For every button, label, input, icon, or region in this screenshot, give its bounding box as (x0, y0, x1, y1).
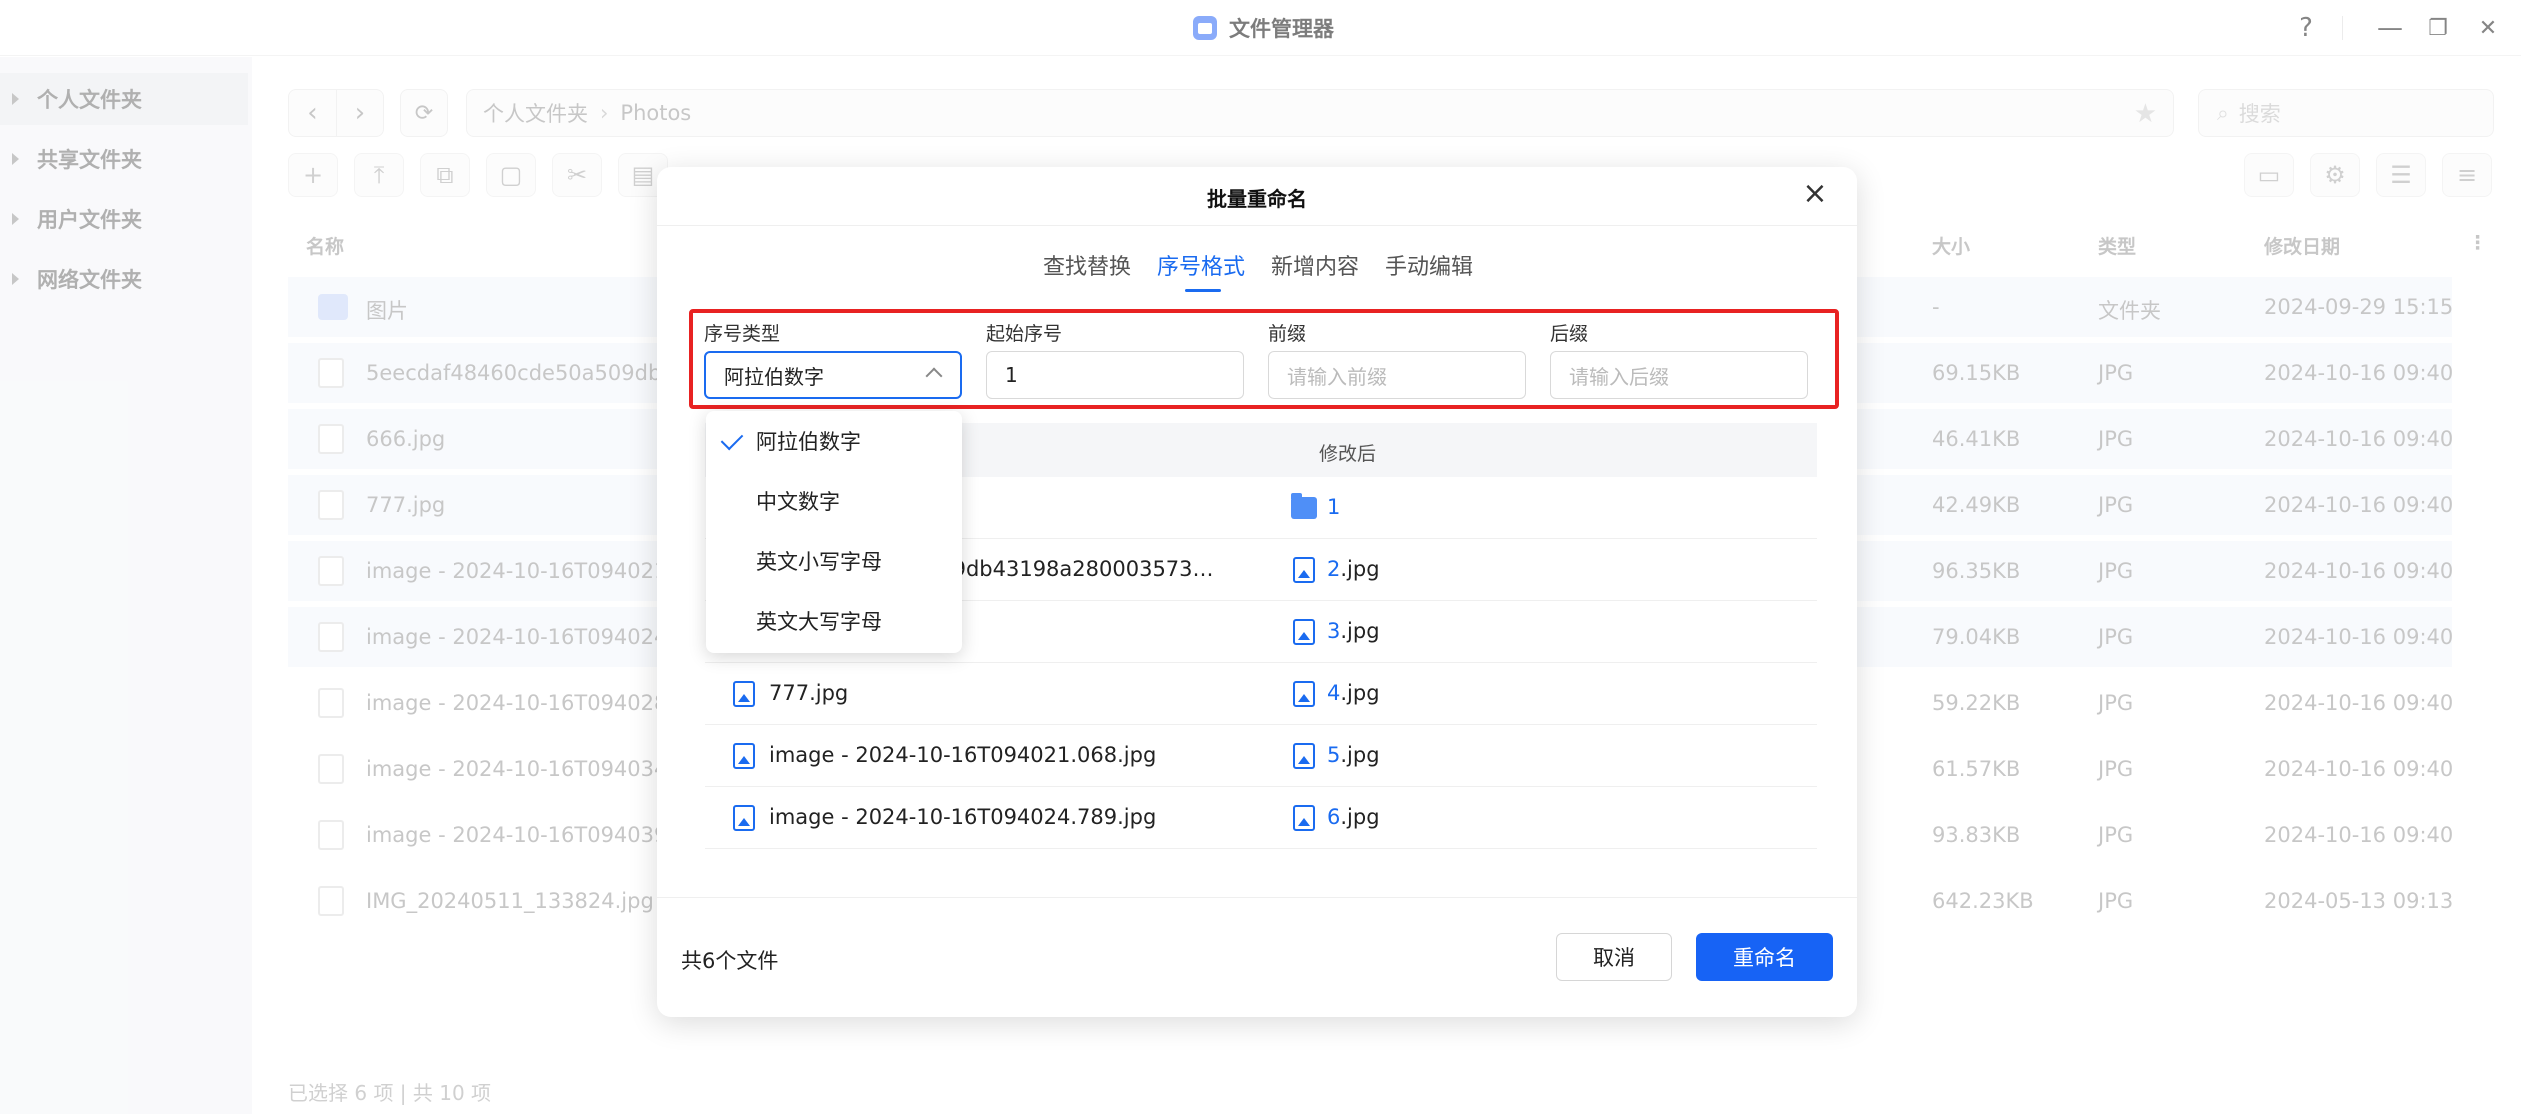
new-name: 6.jpg (1327, 805, 1380, 829)
dialog-title: 批量重命名 (1207, 187, 1307, 211)
suffix-label: 后缀 (1550, 323, 1589, 345)
new-name: 2.jpg (1327, 557, 1380, 581)
image-file-icon (1293, 743, 1315, 769)
prefix-label: 前缀 (1268, 323, 1307, 345)
option-arabic[interactable]: 阿拉伯数字 (706, 411, 962, 471)
preview-row: 777.jpg 4.jpg (705, 663, 1817, 725)
option-label: 英文小写字母 (756, 550, 882, 574)
dialog-divider (657, 225, 1857, 226)
preview-row: image - 2024-10-16T094024.789.jpg 6.jpg (705, 787, 1817, 849)
preview-row: image - 2024-10-16T094021.068.jpg 5.jpg (705, 725, 1817, 787)
tab-manual-edit[interactable]: 手动编辑 (1385, 249, 1473, 281)
footer-divider (657, 897, 1857, 898)
check-icon (720, 427, 744, 451)
image-file-icon (733, 681, 755, 707)
original-name: 777.jpg (769, 681, 849, 705)
rename-mode-tabs: 查找替换 序号格式 新增内容 手动编辑 (657, 249, 1857, 292)
new-name: 3.jpg (1327, 619, 1380, 643)
option-chinese[interactable]: 中文数字 (706, 471, 962, 531)
option-lowercase[interactable]: 英文小写字母 (706, 531, 962, 591)
seq-type-label: 序号类型 (704, 323, 781, 345)
cancel-button[interactable]: 取消 (1556, 933, 1672, 981)
image-file-icon (1293, 805, 1315, 831)
image-file-icon (1293, 681, 1315, 707)
tab-find-replace[interactable]: 查找替换 (1043, 249, 1131, 281)
image-file-icon (733, 805, 755, 831)
new-name: 5.jpg (1327, 743, 1380, 767)
after-column-header: 修改后 (1319, 443, 1377, 465)
image-file-icon (733, 743, 755, 769)
new-name: 4.jpg (1327, 681, 1380, 705)
close-icon[interactable]: × (1799, 179, 1831, 211)
start-number-value: 1 (1005, 363, 1018, 387)
option-label: 英文大写字母 (756, 610, 882, 634)
file-count: 共6个文件 (681, 949, 779, 973)
folder-icon (1291, 493, 1317, 519)
active-tab-indicator (1185, 289, 1221, 292)
tab-add-content[interactable]: 新增内容 (1271, 249, 1359, 281)
image-file-icon (1293, 619, 1315, 645)
original-name: image - 2024-10-16T094021.068.jpg (769, 743, 1157, 767)
rename-button[interactable]: 重命名 (1696, 933, 1833, 981)
seq-type-dropdown: 阿拉伯数字 中文数字 英文小写字母 英文大写字母 (706, 411, 962, 653)
option-label: 阿拉伯数字 (756, 430, 861, 454)
prefix-input[interactable]: 请输入前缀 (1268, 351, 1526, 399)
original-name: image - 2024-10-16T094024.789.jpg (769, 805, 1157, 829)
suffix-input[interactable]: 请输入后缀 (1550, 351, 1808, 399)
prefix-placeholder: 请输入前缀 (1287, 364, 1387, 389)
option-label: 中文数字 (756, 490, 840, 514)
image-file-icon (1293, 557, 1315, 583)
new-name: 1 (1327, 495, 1341, 519)
seq-type-select[interactable]: 阿拉伯数字 (704, 351, 962, 399)
seq-type-value: 阿拉伯数字 (724, 364, 824, 389)
start-number-input[interactable]: 1 (986, 351, 1244, 399)
chevron-up-icon (925, 367, 943, 385)
option-uppercase[interactable]: 英文大写字母 (706, 591, 962, 651)
tab-sequence-format[interactable]: 序号格式 (1157, 249, 1245, 281)
start-number-label: 起始序号 (986, 323, 1063, 345)
suffix-placeholder: 请输入后缀 (1569, 364, 1669, 389)
